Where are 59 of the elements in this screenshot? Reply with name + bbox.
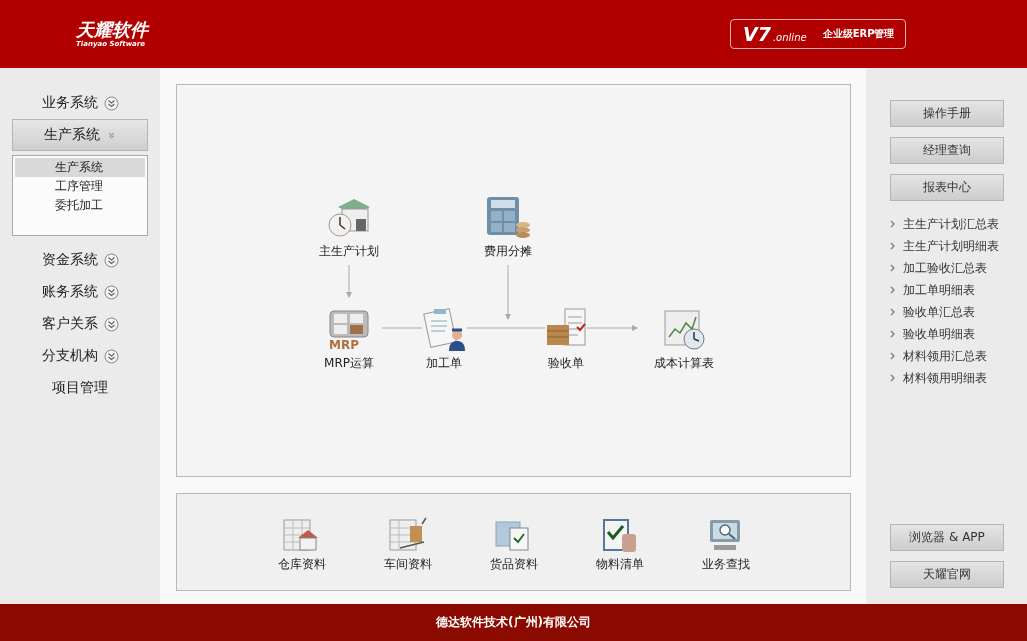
shortcut-label[interactable]: 业务查找 xyxy=(701,555,750,573)
double-chevron-icon xyxy=(103,252,119,268)
flow-node-label[interactable]: 加工单 xyxy=(426,355,462,372)
menu-button[interactable]: 报表中心 xyxy=(890,174,1004,201)
submenu-item[interactable]: 委托加工 xyxy=(15,196,145,215)
sidebar-item[interactable]: 业务系统 xyxy=(12,87,148,119)
submenu-item[interactable]: 生产系统 xyxy=(15,158,145,177)
sidebar-item[interactable]: 账务系统 xyxy=(12,276,148,308)
double-chevron-icon xyxy=(103,348,119,364)
report-link[interactable]: 加工验收汇总表 xyxy=(903,259,987,277)
company-name: 德达软件技术(广州)有限公司 xyxy=(436,614,591,631)
flow-node-label[interactable]: MRP运算 xyxy=(324,355,374,372)
report-link[interactable]: 主生产计划明细表 xyxy=(903,237,999,255)
chevron-right-icon xyxy=(890,220,896,228)
connector-arrow xyxy=(586,325,638,331)
report-link[interactable]: 验收单明细表 xyxy=(903,325,975,343)
sidebar-item[interactable]: 资金系统 xyxy=(12,244,148,276)
link-button[interactable]: 浏览器 & APP xyxy=(890,524,1004,551)
flow-node-label[interactable]: 费用分摊 xyxy=(484,243,532,260)
chart-clock-icon[interactable] xyxy=(661,307,707,351)
double-chevron-icon xyxy=(103,284,119,300)
chevron-right-icon xyxy=(890,264,896,272)
chevron-right-icon xyxy=(890,330,896,338)
chevron-right-icon xyxy=(890,286,896,294)
version-suffix: .online xyxy=(772,31,807,43)
shortcut-label[interactable]: 仓库资料 xyxy=(277,555,326,573)
double-chevron-icon xyxy=(103,95,119,111)
report-link[interactable]: 加工单明细表 xyxy=(903,281,975,299)
double-chevron-icon xyxy=(103,316,119,332)
logo-text: 天耀软件 xyxy=(76,20,148,40)
sidebar-item[interactable]: 生产系统 xyxy=(12,119,148,151)
tagline: 企业级ERP管理 xyxy=(822,27,895,41)
report-link[interactable]: 材料领用明细表 xyxy=(903,369,987,387)
version-label: V7 xyxy=(743,23,771,45)
menu-button[interactable]: 经理查询 xyxy=(890,137,1004,164)
shortcut-label[interactable]: 物料清单 xyxy=(595,555,644,573)
connector-line xyxy=(381,327,423,329)
chevron-right-icon xyxy=(890,242,896,250)
connector-arrow xyxy=(505,264,511,320)
shortcut-label[interactable]: 货品资料 xyxy=(489,555,538,573)
flow-node-label[interactable]: 验收单 xyxy=(548,355,584,372)
submenu-item[interactable]: 工序管理 xyxy=(15,177,145,196)
chevron-right-icon xyxy=(890,352,896,360)
sidebar-item[interactable]: 客户关系 xyxy=(12,308,148,340)
calculator-coins-icon[interactable] xyxy=(485,195,531,239)
shortcut-label[interactable]: 车间资料 xyxy=(383,555,432,573)
link-button[interactable]: 天耀官网 xyxy=(890,561,1004,588)
chevron-right-icon xyxy=(890,308,896,316)
chevron-right-icon xyxy=(890,374,896,382)
connector-arrow xyxy=(346,264,352,298)
sidebar-item[interactable]: 项目管理 xyxy=(12,372,148,404)
menu-button[interactable]: 操作手册 xyxy=(890,100,1004,127)
clipboard-worker-icon[interactable] xyxy=(421,307,467,351)
sidebar-item[interactable]: 分支机构 xyxy=(12,340,148,372)
flow-node-label[interactable]: 成本计算表 xyxy=(654,355,714,372)
report-link[interactable]: 主生产计划汇总表 xyxy=(903,215,999,233)
report-link[interactable]: 验收单汇总表 xyxy=(903,303,975,321)
flow-node-label[interactable]: 主生产计划 xyxy=(319,243,379,260)
report-link[interactable]: 材料领用汇总表 xyxy=(903,347,987,365)
